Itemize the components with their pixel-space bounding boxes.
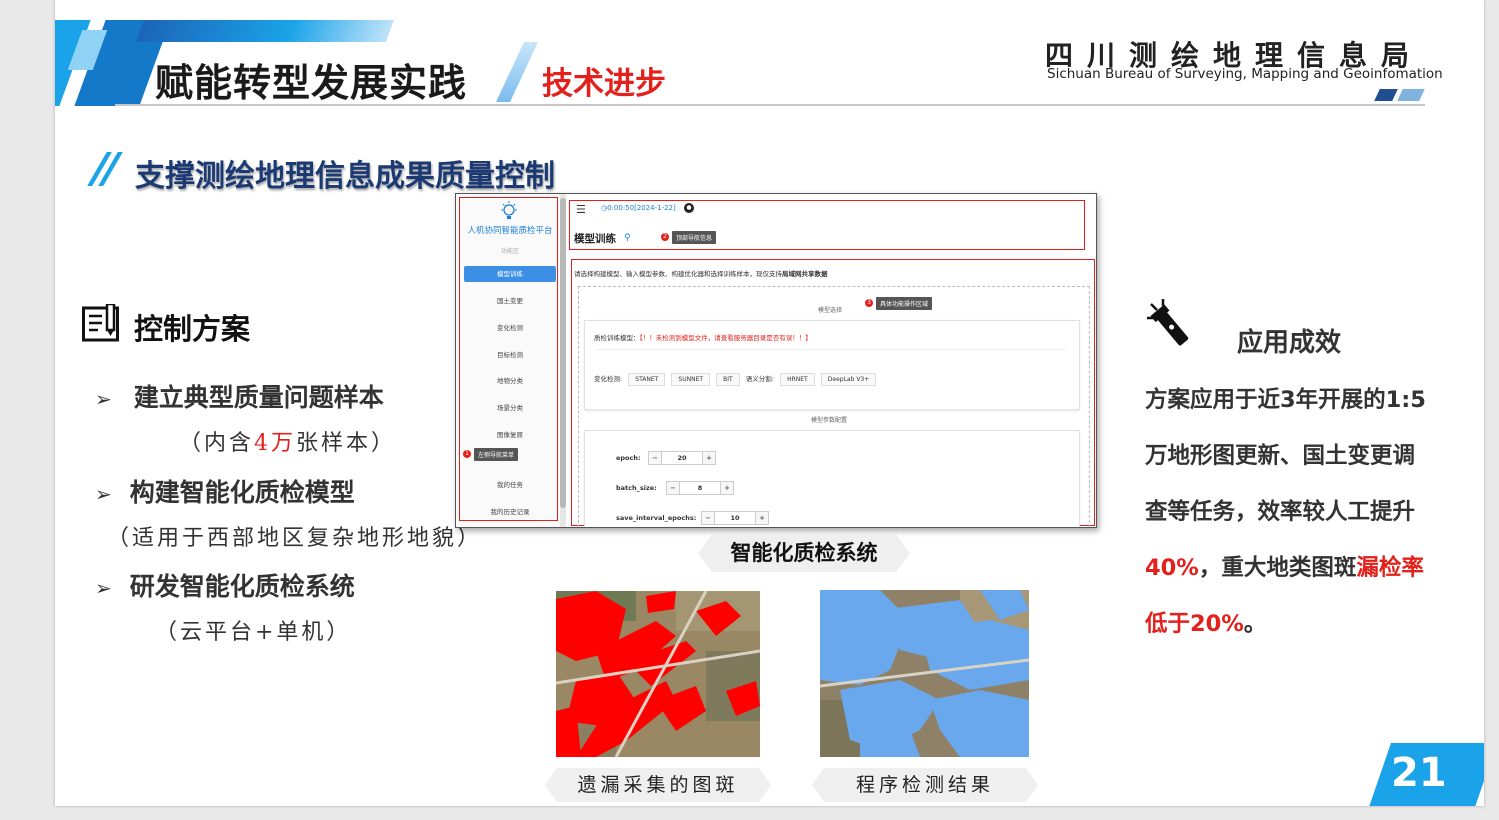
results-line: 低于20%。 <box>1145 611 1267 637</box>
plan-item: ➢ 研发智能化质检系统 <box>95 567 355 603</box>
slide-title: 赋能转型发展实践 <box>155 61 468 105</box>
sidebar-item-history[interactable]: 我的历史记录 <box>464 504 556 520</box>
sidebar-item-my-tasks[interactable]: 我的任务 <box>464 477 556 493</box>
batch-size-input[interactable]: 8 <box>680 481 720 495</box>
sidebar-item-change-detect[interactable]: 变化检测 <box>464 320 556 336</box>
model-option-stanet[interactable]: STANET <box>628 373 666 386</box>
document-pen-icon <box>82 304 119 342</box>
badge-3: 3 <box>865 299 873 307</box>
increment-button[interactable]: + <box>702 451 716 465</box>
sidebar-item-object-detect[interactable]: 目标检测 <box>464 347 556 363</box>
results-line: 查等任务，效率较人工提升 <box>1145 499 1416 525</box>
lightbulb-icon <box>501 201 517 219</box>
model-select-label: 模型选择 <box>818 307 843 314</box>
flashlight-icon <box>1147 299 1189 346</box>
caption-missed: 遗漏采集的图斑 <box>545 768 771 802</box>
sidebar-item-image-restore[interactable]: 图像复原 <box>464 427 556 443</box>
param-save-interval: save_interval_epochs: −10 + <box>616 511 769 525</box>
model-option-hrnet[interactable]: HRNET <box>780 373 815 386</box>
plan-item-note: （内含4万张样本） <box>179 425 396 457</box>
divider <box>596 349 1066 350</box>
slide-subtitle: 技术进步 <box>542 66 666 102</box>
note-text: （内含 <box>179 431 255 456</box>
logo-decoration <box>1397 89 1425 101</box>
slide: 赋能转型发展实践 技术进步 四川测绘地理信息局 Sichuan Bureau o… <box>55 0 1484 806</box>
caption-detected: 程序检测结果 <box>812 768 1038 802</box>
pin-icon: ⚲ <box>624 233 631 243</box>
org-name-en: Sichuan Bureau of Surveying, Mapping and… <box>1047 66 1443 82</box>
tooltip-top-nav: 顶部导航信息 <box>672 231 717 244</box>
results-highlight: 低于20% <box>1145 611 1244 637</box>
note-text: 张样本） <box>296 431 397 456</box>
title-divider <box>496 42 538 102</box>
results-highlight: 40% <box>1145 555 1199 581</box>
model-option-bit[interactable]: BIT <box>716 373 740 386</box>
sidebar-item-model-training[interactable]: 模型训练 <box>464 266 556 282</box>
param-batch-size: batch_size: −8 + <box>616 481 734 495</box>
badge-1: 1 <box>463 450 471 458</box>
increment-button[interactable]: + <box>720 481 734 495</box>
page-number: 21 <box>1391 750 1447 796</box>
header-rule <box>115 104 1425 106</box>
model-option-sunnet[interactable]: SUNNET <box>671 373 711 386</box>
menu-icon[interactable]: ☰ <box>576 203 586 216</box>
increment-button[interactable]: + <box>755 511 769 525</box>
intro-text: 请选择构建模型、输入模型参数、构建优化器和选择训练样本，现仅支持局域网共享数据 <box>574 270 828 278</box>
model-option-deeplab[interactable]: DeepLab V3+ <box>820 373 877 386</box>
plan-item: ➢ 构建智能化质检模型 <box>95 473 355 509</box>
results-line: 方案应用于近3年开展的1:5 <box>1145 387 1426 413</box>
sidebar-item-scene-class[interactable]: 场景分类 <box>464 400 556 416</box>
save-interval-input[interactable]: 10 <box>715 511 755 525</box>
epoch-input[interactable]: 20 <box>662 451 702 465</box>
missed-patches-image <box>556 591 760 757</box>
plan-item-note: （云平台+单机） <box>155 620 352 645</box>
header-gradient-bar <box>135 20 395 42</box>
badge-2: 2 <box>661 233 669 241</box>
arrow-icon: ➢ <box>95 576 112 600</box>
plan-item-note: （适用于西部地区复杂地形地貌） <box>107 526 483 551</box>
model-field: 质检训练模型：【！！未检测到模型文件，请查看服务器目录是否有误！！】 <box>594 334 812 342</box>
detection-result-image <box>820 590 1029 757</box>
sidebar-section-label: 功能区 <box>500 248 519 255</box>
results-line: 40%，重大地类图斑漏检率 <box>1145 555 1424 581</box>
results-title: 应用成效 <box>1237 328 1342 358</box>
tooltip-left-nav: 左侧导航菜单 <box>474 448 519 461</box>
decrement-button[interactable]: − <box>701 511 715 525</box>
decrement-button[interactable]: − <box>648 451 662 465</box>
logo-decoration <box>1374 89 1398 101</box>
system-screenshot: 人机协同智能质检平台 功能区 模型训练 国土变更 变化检测 目标检测 地物分类 … <box>455 193 1097 528</box>
platform-name: 人机协同智能质检平台 <box>467 226 553 236</box>
plan-title: 控制方案 <box>134 312 251 346</box>
note-highlight: 4万 <box>254 431 297 456</box>
plan-item: ➢ 建立典型质量问题样本 <box>95 378 384 414</box>
param-epoch: epoch: −20 + <box>616 451 716 465</box>
scrollbar-thumb[interactable] <box>560 198 566 508</box>
system-label: 智能化质检系统 <box>698 534 910 572</box>
clock-readout: ◷0:00:50[2024-1-22] <box>601 204 676 212</box>
sidebar-item-land-change[interactable]: 国土变更 <box>464 293 556 309</box>
page-title: 模型训练 <box>574 233 616 245</box>
sidebar-item-feature-class[interactable]: 地物分类 <box>464 373 556 389</box>
param-section-label: 模型参数配置 <box>811 417 848 424</box>
decrement-button[interactable]: − <box>666 481 680 495</box>
plan-item-label: 研发智能化质检系统 <box>129 572 355 601</box>
section-title: 支撑测绘地理信息成果质量控制 <box>135 159 555 194</box>
arrow-icon: ➢ <box>95 482 112 506</box>
model-options: 变化检测: STANET SUNNET BIT 语义分割: HRNET Deep… <box>594 373 880 386</box>
plan-item-label: 建立典型质量问题样本 <box>133 383 384 412</box>
github-icon[interactable] <box>684 203 694 213</box>
results-line: 万地形图更新、国土变更调 <box>1145 443 1416 469</box>
plan-item-label: 构建智能化质检模型 <box>129 478 355 507</box>
tooltip-work-area: 具体功能操作区域 <box>876 297 933 310</box>
results-highlight: 漏检率 <box>1356 555 1424 581</box>
arrow-icon: ➢ <box>95 387 112 411</box>
